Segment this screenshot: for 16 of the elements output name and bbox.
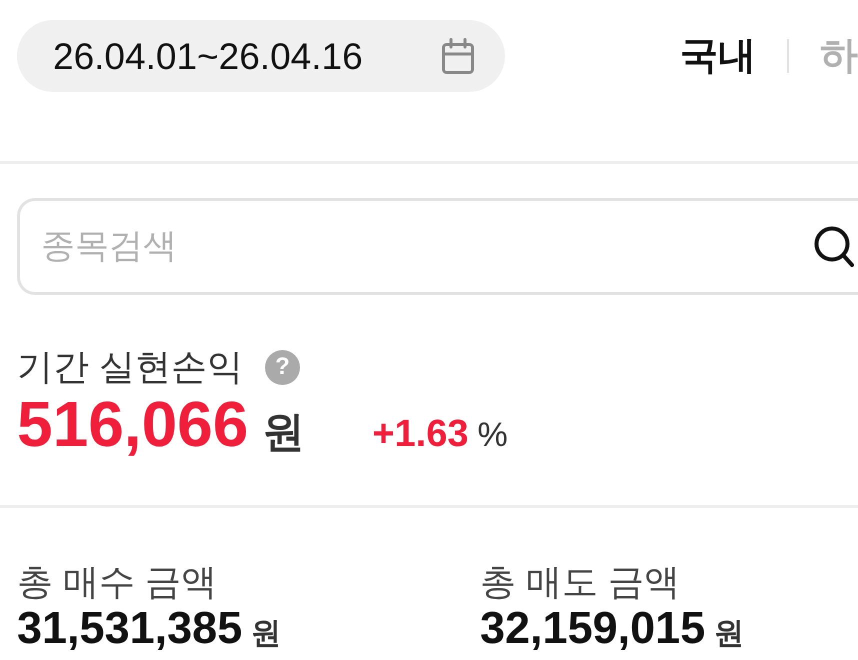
date-range-button[interactable]: 26.04.01~26.04.16 <box>17 20 505 92</box>
calendar-icon <box>442 38 474 74</box>
search-icon[interactable] <box>814 226 854 268</box>
currency-unit: 원 <box>714 616 744 652</box>
return-rate: +1.63 <box>372 412 468 457</box>
total-amount: 32,159,015 <box>480 604 706 652</box>
currency-unit: 원 <box>262 407 304 457</box>
total-label: 총 매도 금액 <box>480 560 680 604</box>
search-field[interactable]: 종목검색 <box>17 198 858 295</box>
realized-pnl-amount: 516,066 <box>17 391 248 457</box>
realized-pnl-label: 기간 실현손익 <box>17 345 244 389</box>
market-tab[interactable]: 국내 <box>680 37 756 75</box>
total-amount: 31,531,385 <box>17 604 242 652</box>
percent-unit: % <box>478 415 508 456</box>
currency-unit: 원 <box>251 616 282 652</box>
total-label: 총 매수 금액 <box>17 560 218 604</box>
